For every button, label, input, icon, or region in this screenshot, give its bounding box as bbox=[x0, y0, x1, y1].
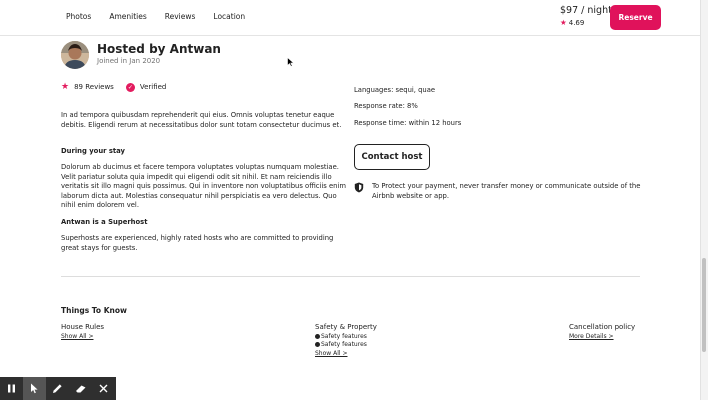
safety-feature-item: Safety features bbox=[315, 341, 367, 348]
during-stay-text: Dolorum ab ducimus et facere tempora vol… bbox=[61, 163, 346, 209]
pencil-tool-button[interactable] bbox=[46, 377, 69, 400]
contact-host-button[interactable]: Contact host bbox=[354, 144, 430, 170]
scrollbar-thumb[interactable] bbox=[702, 258, 706, 352]
house-rules-title: House Rules bbox=[61, 323, 105, 331]
section-nav: Photos Amenities Reviews Location bbox=[66, 12, 245, 21]
shield-icon bbox=[354, 182, 364, 193]
close-toolbar-button[interactable] bbox=[92, 377, 115, 400]
safety-property-title: Safety & Property bbox=[315, 323, 377, 331]
cancellation-more-details-link[interactable]: More Details > bbox=[569, 333, 614, 340]
pointer-tool-button[interactable] bbox=[23, 377, 46, 400]
price-summary: $97 / night ★ 4.69 bbox=[560, 5, 612, 27]
mouse-cursor-icon bbox=[287, 57, 295, 67]
superhost-title: Antwan is a Superhost bbox=[61, 218, 148, 226]
eraser-tool-button[interactable] bbox=[69, 377, 92, 400]
host-description: In ad tempora quibusdam reprehenderit qu… bbox=[61, 111, 342, 129]
host-languages: Languages: sequi, quae bbox=[354, 86, 436, 94]
close-icon bbox=[99, 384, 108, 393]
verified-check-icon: ✓ bbox=[125, 82, 135, 92]
bullet-icon bbox=[315, 334, 320, 339]
section-divider bbox=[61, 276, 640, 277]
safety-feature-label: Safety features bbox=[321, 341, 367, 348]
host-title: Hosted by Antwan bbox=[97, 42, 221, 56]
pause-button[interactable] bbox=[0, 377, 23, 400]
cancellation-policy-title: Cancellation policy bbox=[569, 323, 636, 331]
pencil-icon bbox=[53, 384, 62, 393]
sticky-header: Photos Amenities Reviews Location $97 / … bbox=[0, 0, 700, 36]
eraser-icon bbox=[75, 385, 85, 393]
safety-feature-label: Safety features bbox=[321, 333, 367, 340]
things-to-know-title: Things To Know bbox=[61, 306, 127, 315]
nav-location[interactable]: Location bbox=[213, 12, 245, 21]
superhost-text: Superhosts are experienced, highly rated… bbox=[61, 234, 334, 252]
house-rules-show-all-link[interactable]: Show All > bbox=[61, 333, 93, 340]
star-icon: ★ bbox=[61, 82, 70, 92]
reviews-count: 89 Reviews bbox=[74, 83, 114, 91]
pause-icon bbox=[8, 384, 15, 393]
reserve-button[interactable]: Reserve bbox=[610, 5, 661, 30]
rating: ★ 4.69 bbox=[560, 18, 612, 27]
nav-photos[interactable]: Photos bbox=[66, 12, 91, 21]
host-joined: Joined in Jan 2020 bbox=[97, 57, 161, 65]
safety-show-all-link[interactable]: Show All > bbox=[315, 350, 347, 357]
annotation-toolbar bbox=[0, 377, 116, 400]
response-rate: Response rate: 8% bbox=[354, 102, 418, 110]
payment-protection-notice: To Protect your payment, never transfer … bbox=[372, 182, 641, 200]
during-stay-title: During your stay bbox=[61, 147, 125, 155]
rating-value: 4.69 bbox=[568, 19, 585, 27]
star-icon: ★ bbox=[560, 18, 567, 27]
bullet-icon bbox=[315, 342, 320, 347]
nav-reviews[interactable]: Reviews bbox=[165, 12, 196, 21]
response-time: Response time: within 12 hours bbox=[354, 119, 462, 127]
safety-feature-item: Safety features bbox=[315, 333, 367, 340]
nav-amenities[interactable]: Amenities bbox=[109, 12, 146, 21]
host-badges: ★ 89 Reviews ✓ Verified bbox=[61, 82, 166, 92]
host-avatar[interactable] bbox=[61, 41, 89, 69]
pointer-icon bbox=[31, 383, 38, 394]
verified-label: Verified bbox=[139, 83, 167, 91]
nightly-price: $97 / night bbox=[560, 5, 612, 16]
